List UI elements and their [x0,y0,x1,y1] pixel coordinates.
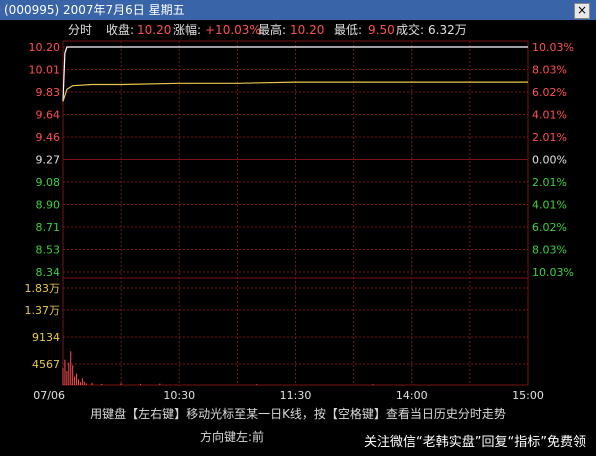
volume-tick-label: 4567 [32,358,60,371]
volume-axis-labels: 1.83万 1.37万 9134 4567 [25,282,61,371]
percent-tick-label: 8.03% [532,64,567,77]
percent-tick-label: 2.01% [532,176,567,189]
volume-tick-label: 1.83万 [25,282,61,295]
keyboard-hint: 用键盘【左右键】移动光标至某一日K线，按【空格键】查看当日历史分时走势 [90,407,506,421]
price-tick-label: 8.71 [36,221,61,234]
percent-tick-label: 8.03% [532,244,567,257]
price-tick-label: 10.01 [29,64,61,77]
percent-tick-label: 10.03% [532,41,574,54]
percent-tick-label: 0.00% [532,154,567,167]
price-tick-label: 9.83 [36,86,61,99]
time-axis-labels: 07/06 10:30 11:30 14:00 15:00 [33,389,544,402]
price-axis-labels: 10.20 10.01 9.83 9.64 9.46 9.27 9.08 8.90 8.71 8.… [29,41,61,279]
price-tick-label: 10.20 [29,41,61,54]
price-tick-label: 9.46 [36,131,61,144]
volume-tick-label: 1.37万 [25,304,61,317]
arrow-key-hint: 方向键左:前 [200,430,265,444]
price-tick-label: 8.53 [36,244,61,257]
percent-tick-label: 2.01% [532,131,567,144]
price-tick-label: 9.08 [36,176,61,189]
intraday-chart[interactable]: 10.20 10.01 9.83 9.64 9.46 9.27 9.08 8.90 8.71 8.… [0,0,596,410]
price-tick-label: 9.27 [36,154,61,167]
time-tick-label: 10:30 [163,389,195,402]
percent-tick-label: 6.02% [532,221,567,234]
price-tick-label: 8.90 [36,199,61,212]
chart-grid [62,40,529,386]
price-tick-label: 9.64 [36,109,61,122]
time-tick-label: 07/06 [33,389,65,402]
time-tick-label: 11:30 [280,389,312,402]
volume-tick-label: 9134 [32,331,60,344]
time-tick-label: 15:00 [512,389,544,402]
percent-tick-label: 4.01% [532,109,567,122]
volume-bars [62,351,374,385]
percent-tick-label: 4.01% [532,199,567,212]
percent-tick-label: 6.02% [532,86,567,99]
price-tick-label: 8.34 [36,266,61,279]
time-tick-label: 14:00 [396,389,428,402]
watermark: 关注微信“老韩实盘”回复“指标”免费领 [266,430,596,456]
percent-axis-labels: 10.03% 8.03% 6.02% 4.01% 2.01% 0.00% 2.01% 4.01… [532,41,574,279]
percent-tick-label: 10.03% [532,266,574,279]
